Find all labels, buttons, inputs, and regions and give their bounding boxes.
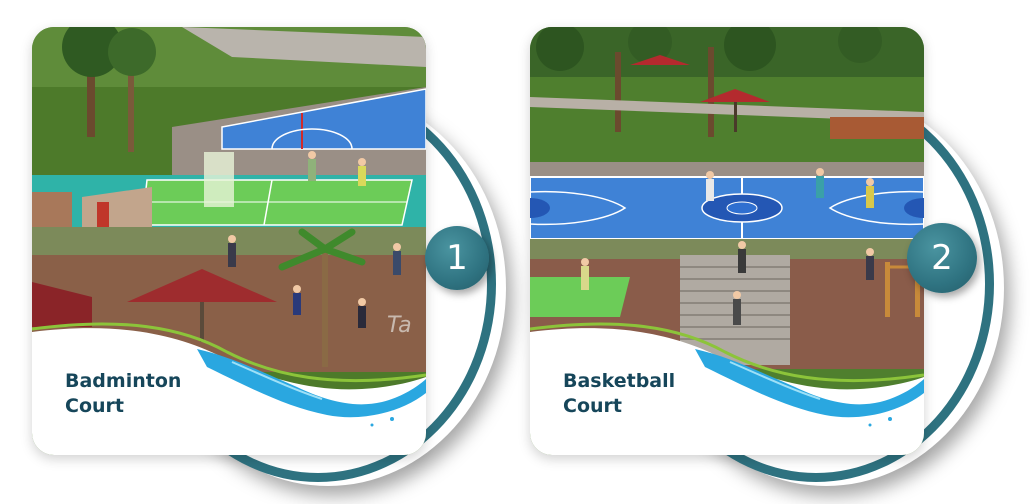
number-badge: 1 — [425, 226, 489, 290]
card-title: Badminton Court — [65, 370, 182, 417]
facility-card-2[interactable]: Basketball Court 2 — [498, 0, 998, 504]
card-image-frame: Basketball Court — [530, 27, 924, 455]
signage-text: Ta — [387, 313, 412, 338]
card-image-frame: Ta Badminton Court — [32, 27, 426, 455]
card-title: Basketball Court — [563, 370, 676, 417]
number-badge: 2 — [907, 223, 977, 293]
facility-card-1[interactable]: Ta Badminton Court 1 — [0, 0, 500, 504]
